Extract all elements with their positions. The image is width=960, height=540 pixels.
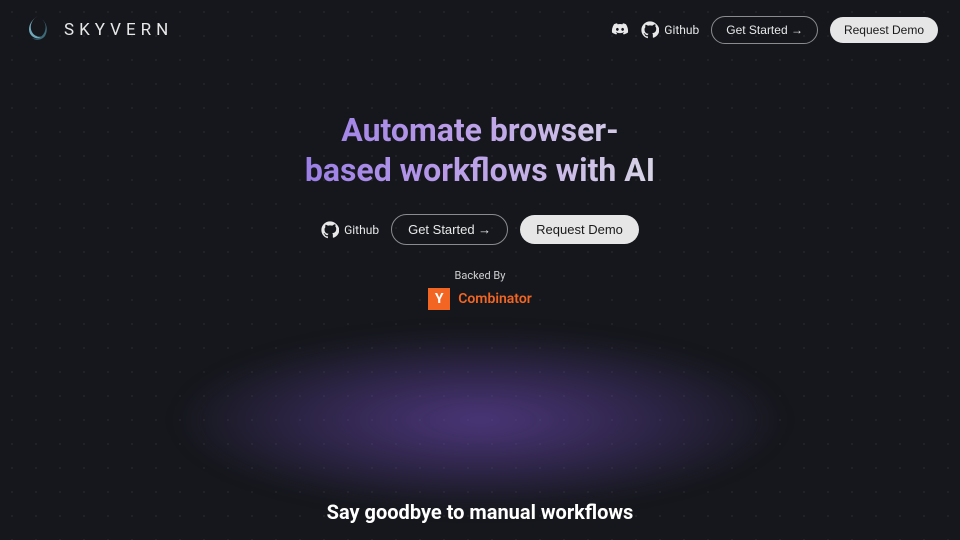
backed-by-label: Backed By [455,269,506,282]
request-demo-button-hero[interactable]: Request Demo [520,215,639,244]
site-header: SKYVERN Github Get Started → Request Dem… [0,0,960,60]
skyvern-logo-icon [22,14,54,46]
github-icon [641,21,659,39]
github-label-hero: Github [344,223,379,237]
hero-title: Automate browser- based workflows with A… [305,110,655,190]
github-icon [321,221,339,239]
github-link-hero[interactable]: Github [321,221,379,239]
get-started-button-hero[interactable]: Get Started → [391,214,508,245]
header-nav: Github Get Started → Request Demo [611,16,938,44]
github-label-header: Github [664,23,699,37]
brand-name: SKYVERN [64,20,173,40]
subheading: Say goodbye to manual workflows [0,500,960,524]
request-demo-button-header[interactable]: Request Demo [830,17,938,43]
hero-actions: Github Get Started → Request Demo [0,214,960,245]
discord-icon [611,21,629,39]
hero-title-line2: based workflows with AI [305,151,655,189]
backed-by-section: Backed By Y Combinator [0,269,960,310]
ycombinator-badge[interactable]: Y Combinator [428,288,532,310]
ycombinator-text: Combinator [458,291,532,307]
purple-glow [170,330,790,510]
brand-logo[interactable]: SKYVERN [22,14,173,46]
ycombinator-icon: Y [428,288,450,310]
discord-link[interactable] [611,21,629,39]
github-link-header[interactable]: Github [641,21,699,39]
get-started-button-header[interactable]: Get Started → [711,16,818,44]
hero-section: Automate browser- based workflows with A… [0,110,960,310]
hero-title-line1: Automate browser- [341,111,618,149]
